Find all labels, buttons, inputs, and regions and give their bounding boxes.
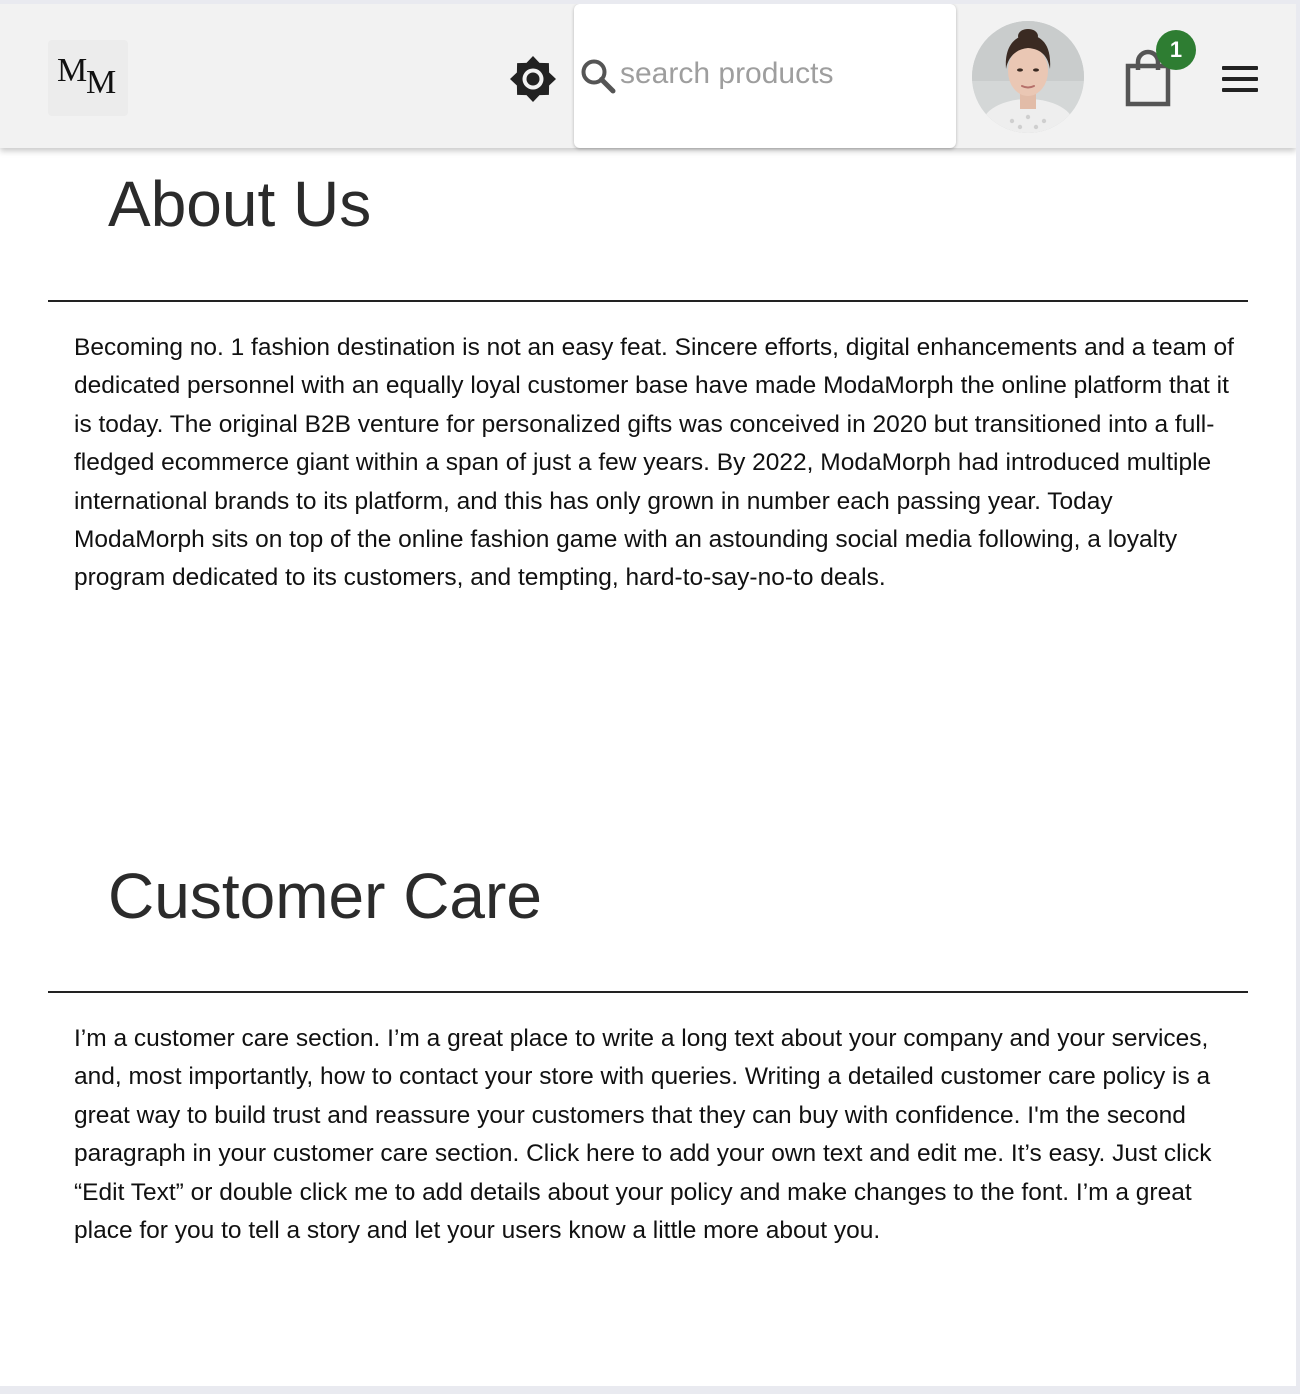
site-header: M M search products 1	[0, 4, 1296, 148]
about-us-text: Becoming no. 1 fashion destination is no…	[74, 334, 1234, 592]
menu-bar	[1222, 66, 1258, 70]
customer-care-text: I’m a customer care section. I’m a great…	[74, 1025, 1212, 1245]
page: M M search products 1 About Us Becoming …	[0, 4, 1296, 1386]
brand-logo[interactable]: M M	[48, 40, 128, 116]
logo-letter: M	[57, 52, 87, 89]
search-icon	[581, 59, 616, 94]
section-divider	[48, 991, 1248, 993]
menu-bar	[1222, 77, 1258, 81]
section-divider	[48, 300, 1248, 302]
cart-count-badge: 1	[1156, 30, 1196, 70]
hamburger-menu-icon[interactable]	[1218, 62, 1262, 96]
brightness-icon	[510, 56, 556, 102]
menu-bar	[1222, 88, 1258, 92]
avatar-photo	[972, 21, 1084, 133]
about-us-heading: About Us	[108, 168, 372, 240]
logo-letter: M	[86, 64, 116, 101]
search-input[interactable]	[620, 52, 940, 96]
customer-care-heading: Customer Care	[108, 860, 542, 932]
search-bar	[574, 4, 956, 148]
user-avatar[interactable]	[972, 21, 1084, 133]
theme-toggle-button[interactable]	[506, 52, 560, 106]
